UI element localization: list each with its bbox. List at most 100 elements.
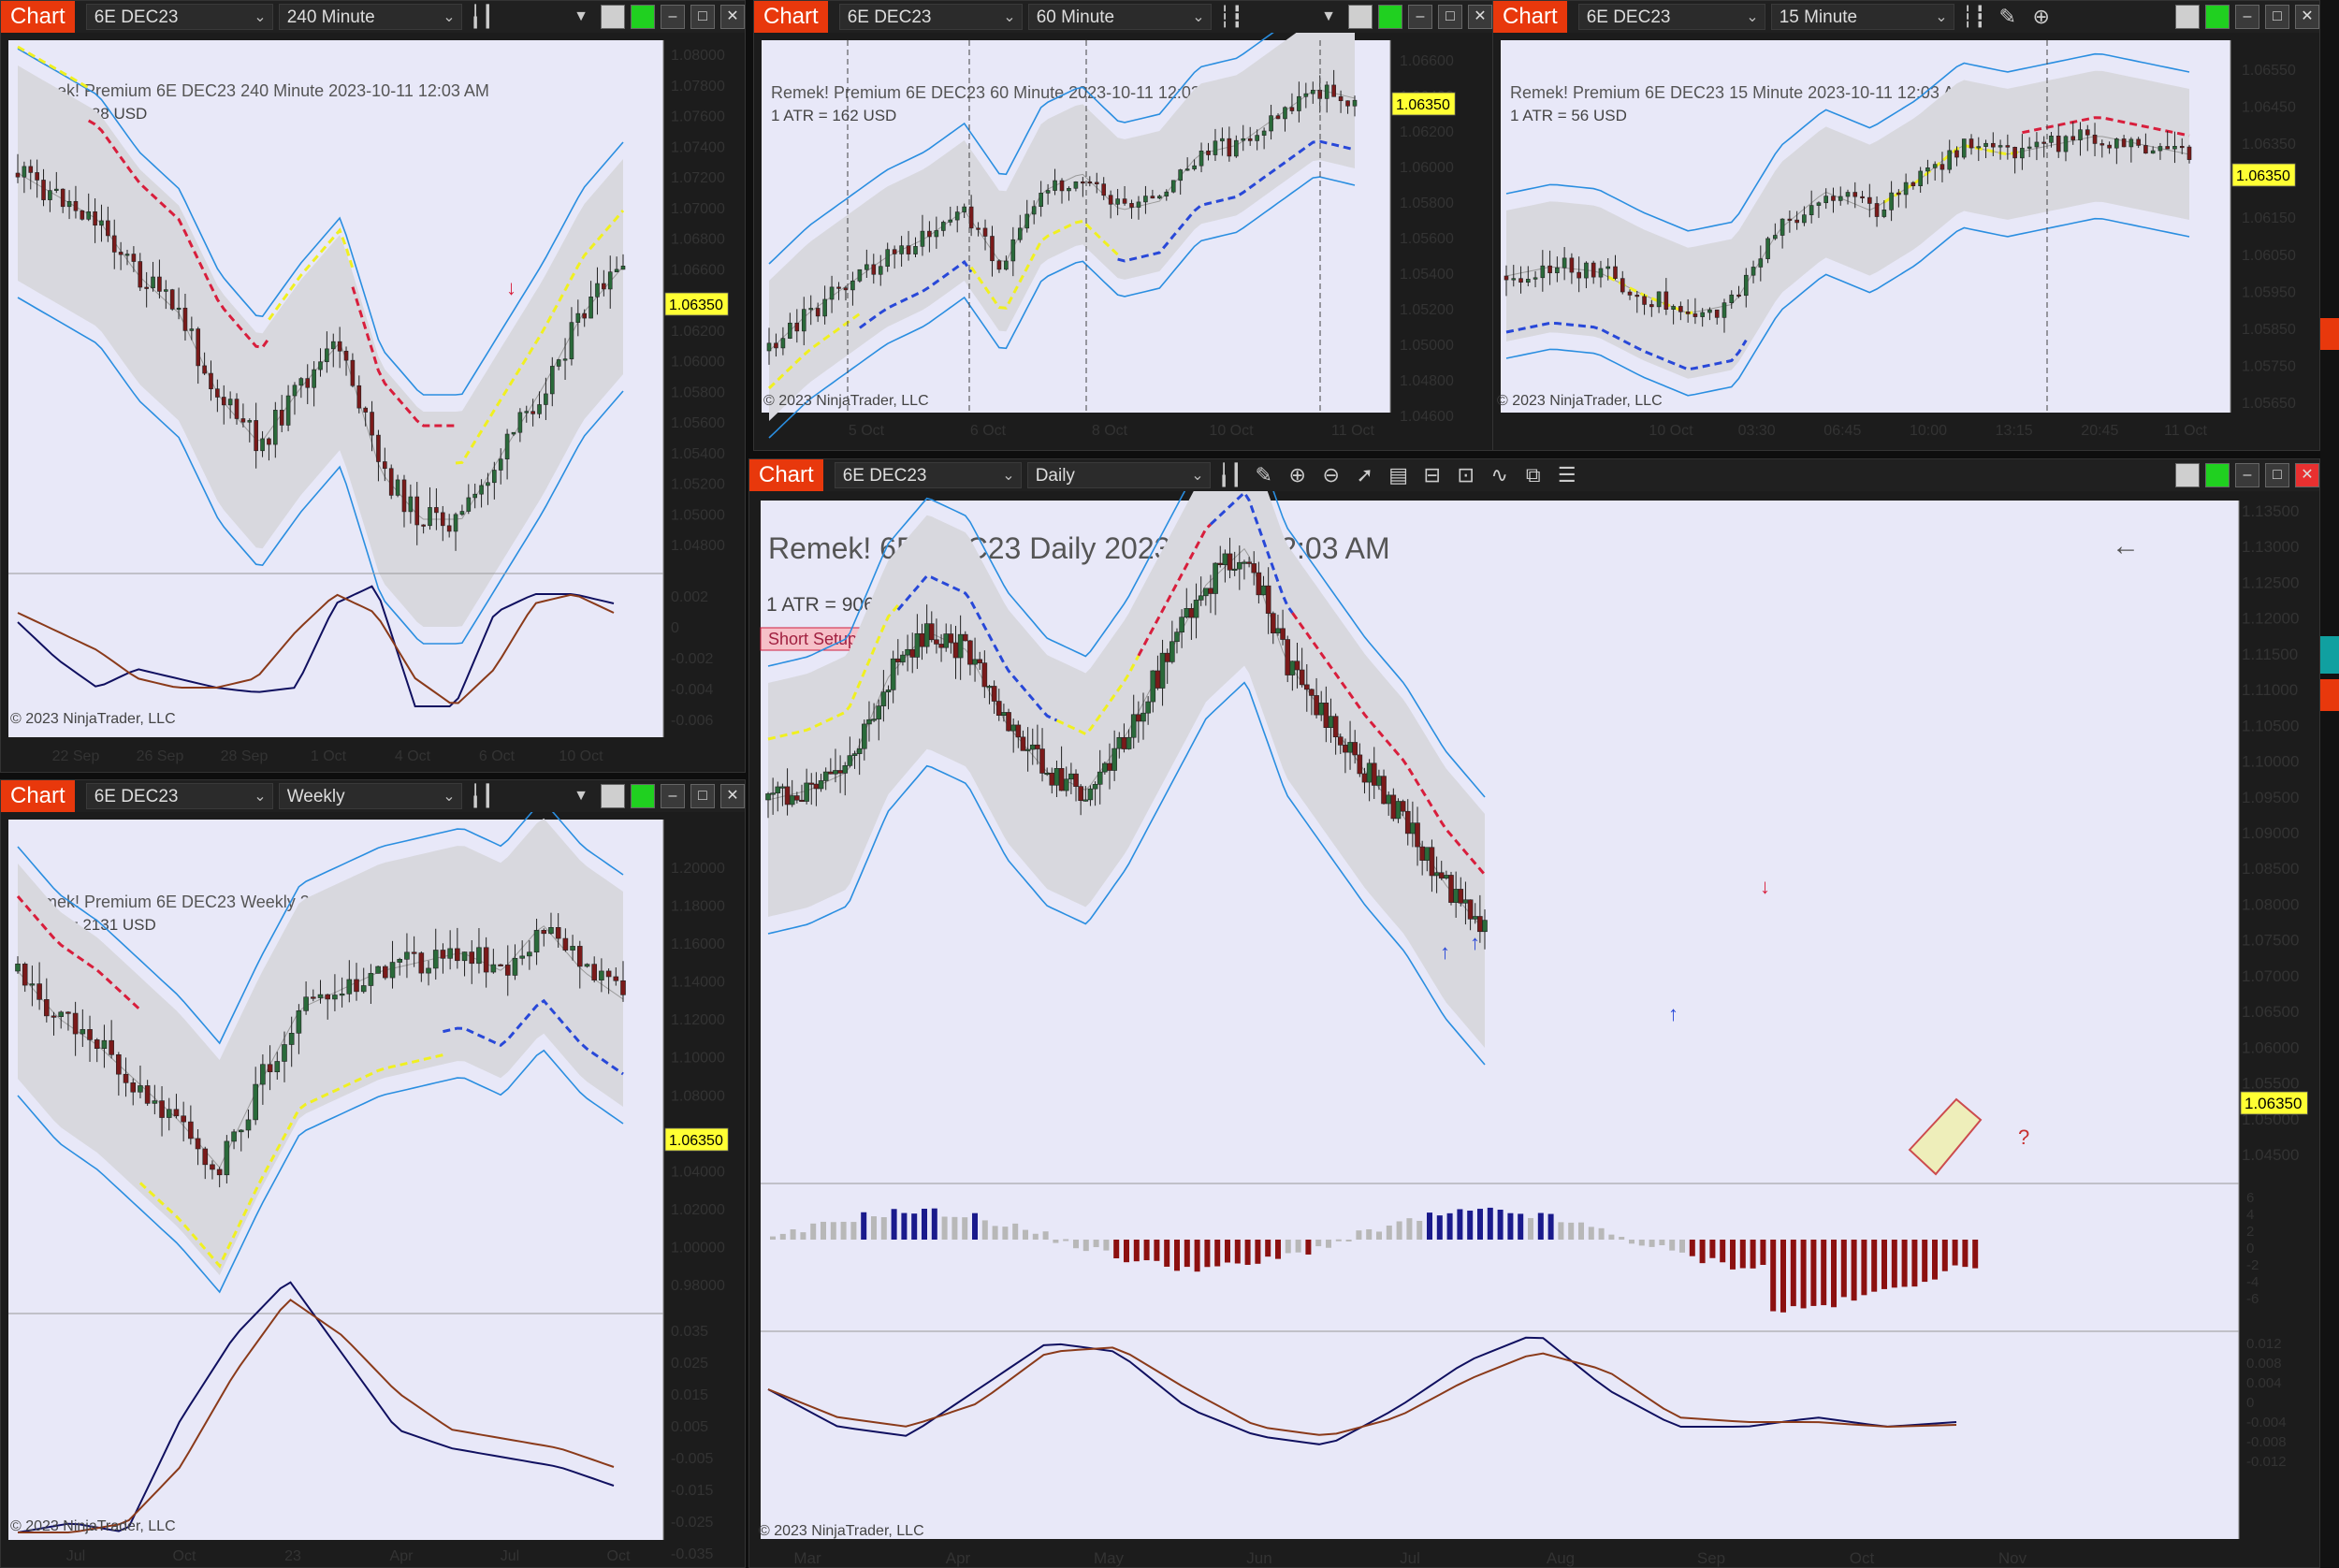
candle-body xyxy=(1213,562,1218,594)
templates-icon[interactable]: ⊟ xyxy=(1418,463,1446,487)
link-button[interactable] xyxy=(2175,463,2200,487)
interval-select[interactable]: Daily ⌄ xyxy=(1026,462,1211,488)
candle-body xyxy=(1004,260,1009,270)
candle-body xyxy=(1366,762,1373,783)
candle-body xyxy=(330,341,336,350)
histogram-bar xyxy=(1225,1240,1230,1263)
dropdown-icon[interactable]: ▼ xyxy=(1315,8,1343,25)
instrument-select[interactable]: 6E DEC23 ⌄ xyxy=(1577,4,1765,30)
candle-body xyxy=(584,964,590,967)
candle-body xyxy=(1081,181,1085,184)
interval-select[interactable]: Weekly ⌄ xyxy=(278,783,462,809)
chart-canvas[interactable]: Remek! Premium 6E DEC23 15 Minute 2023-1… xyxy=(1493,33,2319,450)
y-tick-label: 1.06000 xyxy=(1400,160,1454,176)
interval-select[interactable]: 240 Minute ⌄ xyxy=(278,4,462,30)
link-color-button[interactable] xyxy=(1378,5,1402,29)
link-color-button[interactable] xyxy=(631,784,655,808)
histogram-bar xyxy=(911,1213,918,1240)
candle-body xyxy=(2186,146,2192,160)
minimize-button[interactable]: – xyxy=(661,784,685,808)
candle-body xyxy=(1482,920,1488,933)
link-button[interactable] xyxy=(601,784,625,808)
candle-body xyxy=(613,976,619,981)
candle-body xyxy=(880,691,887,706)
strategies-icon[interactable]: ⧉ xyxy=(1519,463,1547,487)
link-color-button[interactable] xyxy=(2205,5,2230,29)
instrument-select[interactable]: 6E DEC23 ⌄ xyxy=(85,783,273,809)
chart-canvas[interactable]: Remek! Premium 6E DEC23 Weekly 2023-10-1… xyxy=(1,812,745,1567)
candle-body xyxy=(570,946,575,951)
maximize-button[interactable]: □ xyxy=(2265,5,2289,29)
zoom-out-icon[interactable]: ⊖ xyxy=(1317,463,1345,487)
draw-icon[interactable]: ✎ xyxy=(1250,463,1278,487)
histogram-bar xyxy=(1810,1240,1817,1306)
zoom-in-icon[interactable]: ⊕ xyxy=(1284,463,1312,487)
link-color-button[interactable] xyxy=(631,5,655,29)
hist-tick-label: 6 xyxy=(2246,1190,2254,1206)
draw-icon[interactable]: ✎ xyxy=(1994,5,2022,29)
link-button[interactable] xyxy=(1348,5,1373,29)
candle-body xyxy=(614,269,619,272)
instrument-select[interactable]: 6E DEC23 ⌄ xyxy=(85,4,273,30)
minimize-button[interactable]: – xyxy=(2235,5,2259,29)
zoom-icon[interactable]: ⊕ xyxy=(2027,5,2056,29)
sidebar-tab[interactable] xyxy=(2320,318,2339,350)
candle-body xyxy=(41,180,46,200)
osc-tick-label: 0.005 xyxy=(671,1419,708,1435)
chart-canvas[interactable]: Remek! Premium 6E DEC23 60 Minute 2023-1… xyxy=(754,33,1492,450)
minimize-button[interactable]: – xyxy=(2235,463,2259,487)
bar-type-icon[interactable]: ┆┇ xyxy=(1217,5,1245,29)
chart-canvas[interactable]: Remek! Premium 6E DEC23 240 Minute 2023-… xyxy=(1,33,745,772)
close-button[interactable]: ✕ xyxy=(2295,5,2319,29)
minimize-button[interactable]: – xyxy=(661,5,685,29)
screenshot-icon[interactable]: ⊡ xyxy=(1452,463,1480,487)
close-button[interactable]: ✕ xyxy=(720,784,745,808)
maximize-button[interactable]: □ xyxy=(690,784,715,808)
bar-type-icon[interactable]: ╽┃ xyxy=(468,784,496,808)
histogram-bar xyxy=(1598,1227,1605,1240)
data-box-icon[interactable]: ▤ xyxy=(1385,463,1413,487)
osc-tick-label: -0.004 xyxy=(2246,1415,2287,1430)
price-tag-label: 1.06350 xyxy=(2236,168,2290,184)
maximize-button[interactable]: □ xyxy=(2265,463,2289,487)
close-button[interactable]: ✕ xyxy=(720,5,745,29)
maximize-button[interactable]: □ xyxy=(690,5,715,29)
dropdown-icon[interactable]: ▼ xyxy=(567,8,595,25)
y-tick-label: 1.06150 xyxy=(2242,211,2296,226)
candle-body xyxy=(53,188,59,191)
link-button[interactable] xyxy=(2175,5,2200,29)
candle-body xyxy=(1634,295,1640,298)
candle-body xyxy=(343,350,349,361)
candle-body xyxy=(72,1012,79,1035)
instrument-select[interactable]: 6E DEC23 ⌄ xyxy=(838,4,1023,30)
candle-body xyxy=(1954,150,1959,158)
instrument-select[interactable]: 6E DEC23 ⌄ xyxy=(834,462,1022,488)
candle-body xyxy=(788,322,792,339)
bar-type-icon[interactable]: ╽┃ xyxy=(1216,463,1244,487)
link-button[interactable] xyxy=(601,5,625,29)
link-color-button[interactable] xyxy=(2205,463,2230,487)
candle-body xyxy=(339,994,345,996)
candle-body xyxy=(1058,768,1065,791)
interval-select[interactable]: 60 Minute ⌄ xyxy=(1027,4,1212,30)
candle-body xyxy=(562,358,568,361)
minimize-button[interactable]: – xyxy=(1408,5,1432,29)
bar-type-icon[interactable]: ╽┃ xyxy=(468,5,496,29)
histogram-bar xyxy=(1699,1240,1706,1264)
candle-body xyxy=(267,438,271,445)
sidebar-tab[interactable] xyxy=(2320,636,2339,674)
histogram-bar xyxy=(1214,1240,1221,1267)
dropdown-icon[interactable]: ▼ xyxy=(567,788,595,805)
sidebar-tab[interactable] xyxy=(2320,679,2339,711)
indicators-icon[interactable]: ∿ xyxy=(1486,463,1514,487)
toolbar: Chart 6E DEC23 ⌄ 240 Minute ⌄ ╽┃ ▼ – □ ✕ xyxy=(1,1,745,33)
properties-icon[interactable]: ☰ xyxy=(1553,463,1581,487)
chart-canvas[interactable]: Remek! 6E DEC23 Daily 2023-10-11 12:03 A… xyxy=(749,491,2319,1567)
maximize-button[interactable]: □ xyxy=(1438,5,1462,29)
interval-select[interactable]: 15 Minute ⌄ xyxy=(1770,4,1954,30)
candle-body xyxy=(472,493,477,499)
close-button[interactable]: ✕ xyxy=(2295,463,2319,487)
close-button[interactable]: ✕ xyxy=(1468,5,1492,29)
pointer-icon[interactable]: ➚ xyxy=(1351,463,1379,487)
bar-type-icon[interactable]: ┆┇ xyxy=(1960,5,1988,29)
